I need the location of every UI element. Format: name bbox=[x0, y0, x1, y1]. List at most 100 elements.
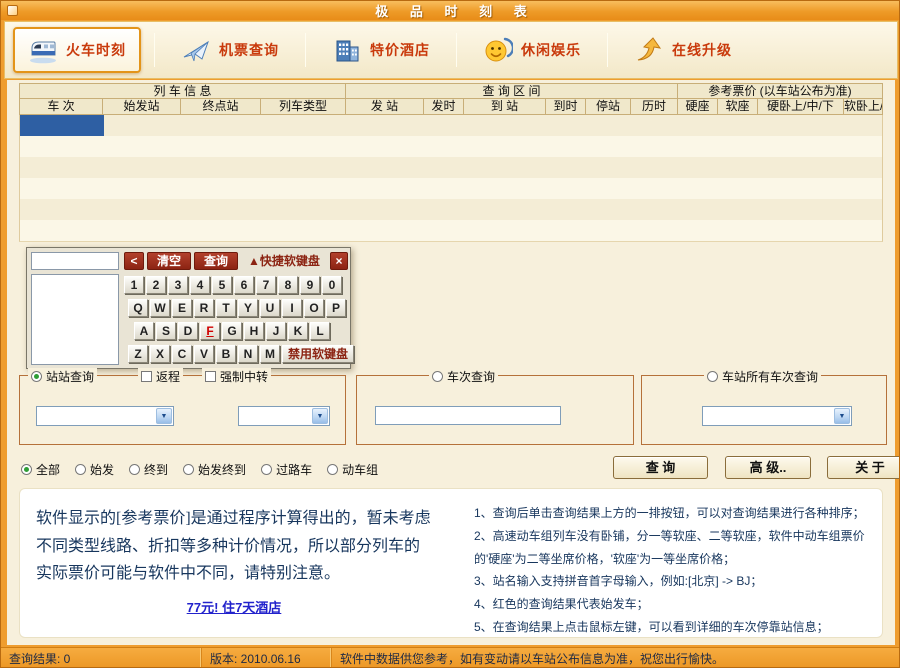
key-i[interactable]: I bbox=[282, 299, 302, 317]
toolbar-button-online-upgrade[interactable]: 在线升级 bbox=[621, 29, 745, 71]
tips-list: 1、查询后单击查询结果上方的一排按钮，可以对查询结果进行各种排序；2、高速动车组… bbox=[440, 489, 882, 637]
key-q[interactable]: Q bbox=[128, 299, 148, 317]
hotel-promo-link[interactable]: 77元! 住7天酒店 bbox=[36, 597, 432, 616]
key-1[interactable]: 1 bbox=[124, 276, 144, 294]
table-row[interactable] bbox=[20, 157, 882, 178]
column-header-soft-seat[interactable]: 软座 bbox=[718, 99, 758, 115]
filter-radio-2[interactable]: 终到 bbox=[129, 461, 168, 478]
key-d[interactable]: D bbox=[178, 322, 198, 340]
station-query-radio[interactable]: 站站查询 bbox=[28, 368, 97, 385]
station-name-input[interactable] bbox=[31, 252, 119, 270]
from-station-combo[interactable]: ▼ bbox=[36, 406, 174, 426]
key-7[interactable]: 7 bbox=[256, 276, 276, 294]
filter-radio-5[interactable]: 动车组 bbox=[327, 461, 378, 478]
key-3[interactable]: 3 bbox=[168, 276, 188, 294]
key-6[interactable]: 6 bbox=[234, 276, 254, 294]
column-header-soft-sleeper[interactable]: 软卧上/中/下 bbox=[844, 99, 883, 115]
column-header-stops[interactable]: 停站 bbox=[586, 99, 631, 115]
key-w[interactable]: W bbox=[150, 299, 170, 317]
key-j[interactable]: J bbox=[266, 322, 286, 340]
key-8[interactable]: 8 bbox=[278, 276, 298, 294]
table-row[interactable] bbox=[20, 178, 882, 199]
tip-item: 4、红色的查询结果代表始发车； bbox=[474, 593, 872, 616]
column-header-dep-station[interactable]: 发 站 bbox=[346, 99, 424, 115]
suggestion-listbox[interactable] bbox=[31, 274, 119, 365]
query-button[interactable]: 查 询 bbox=[613, 456, 708, 479]
column-header-hard-sleeper[interactable]: 硬卧上/中/下 bbox=[758, 99, 844, 115]
toolbar-button-train-times[interactable]: 火车时刻 bbox=[13, 27, 141, 73]
close-icon[interactable]: × bbox=[330, 252, 348, 270]
key-2[interactable]: 2 bbox=[146, 276, 166, 294]
train-number-query-radio[interactable]: 车次查询 bbox=[429, 368, 498, 385]
keyboard-query-button[interactable]: 查询 bbox=[194, 252, 238, 270]
key-a[interactable]: A bbox=[134, 322, 154, 340]
key-s[interactable]: S bbox=[156, 322, 176, 340]
key-l[interactable]: L bbox=[310, 322, 330, 340]
app-icon bbox=[7, 5, 18, 16]
key-5[interactable]: 5 bbox=[212, 276, 232, 294]
filter-radio-0[interactable]: 全部 bbox=[21, 461, 60, 478]
key-z[interactable]: Z bbox=[128, 345, 148, 363]
key-t[interactable]: T bbox=[216, 299, 236, 317]
column-header-duration[interactable]: 历时 bbox=[631, 99, 678, 115]
disable-softkeyboard-button[interactable]: 禁用软键盘 bbox=[282, 345, 354, 363]
column-header-dep-time[interactable]: 发时 bbox=[424, 99, 464, 115]
key-o[interactable]: O bbox=[304, 299, 324, 317]
table-row[interactable] bbox=[20, 220, 882, 241]
station-all-combo[interactable]: ▼ bbox=[702, 406, 852, 426]
filter-radio-1[interactable]: 始发 bbox=[75, 461, 114, 478]
key-n[interactable]: N bbox=[238, 345, 258, 363]
key-b[interactable]: B bbox=[216, 345, 236, 363]
key-c[interactable]: C bbox=[172, 345, 192, 363]
table-row[interactable] bbox=[20, 115, 882, 136]
key-r[interactable]: R bbox=[194, 299, 214, 317]
column-header-origin[interactable]: 始发站 bbox=[103, 99, 181, 115]
key-4[interactable]: 4 bbox=[190, 276, 210, 294]
key-m[interactable]: M bbox=[260, 345, 280, 363]
filter-radio-3[interactable]: 始发终到 bbox=[183, 461, 246, 478]
column-header-terminus[interactable]: 终点站 bbox=[181, 99, 261, 115]
toggle-softkeyboard-button[interactable]: ▲快捷软键盘 bbox=[241, 252, 327, 270]
radio-label: 车站所有车次查询 bbox=[722, 368, 818, 385]
train-number-input[interactable] bbox=[375, 406, 561, 425]
advanced-button[interactable]: 高 级.. bbox=[725, 456, 811, 479]
station-all-trains-radio[interactable]: 车站所有车次查询 bbox=[704, 368, 821, 385]
return-checkbox[interactable]: 返程 bbox=[138, 368, 183, 385]
fare-disclaimer-text: 软件显示的[参考票价]是通过程序计算得出的，暂未考虑不同类型线路、折扣等多种计价… bbox=[36, 505, 432, 588]
column-header-arr-station[interactable]: 到 站 bbox=[464, 99, 546, 115]
column-header-train-no[interactable]: 车 次 bbox=[19, 99, 103, 115]
key-y[interactable]: Y bbox=[238, 299, 258, 317]
key-0[interactable]: 0 bbox=[322, 276, 342, 294]
to-station-combo[interactable]: ▼ bbox=[238, 406, 330, 426]
key-e[interactable]: E bbox=[172, 299, 192, 317]
key-f[interactable]: F bbox=[200, 322, 220, 340]
back-button[interactable]: < bbox=[124, 252, 144, 270]
toolbar-button-label: 在线升级 bbox=[672, 40, 732, 60]
column-header-arr-time[interactable]: 到时 bbox=[546, 99, 586, 115]
filter-radio-4[interactable]: 过路车 bbox=[261, 461, 312, 478]
key-g[interactable]: G bbox=[222, 322, 242, 340]
clear-button[interactable]: 清空 bbox=[147, 252, 191, 270]
key-v[interactable]: V bbox=[194, 345, 214, 363]
key-k[interactable]: K bbox=[288, 322, 308, 340]
application-window: 极 品 时 刻 表 火车时刻 机票查询 特价酒店 休闲 bbox=[0, 0, 900, 668]
toolbar-button-flight-query[interactable]: 机票查询 bbox=[168, 29, 292, 71]
group-header-fares: 参考票价 (以车站公布为准) bbox=[678, 83, 883, 99]
column-header-hard-seat[interactable]: 硬座 bbox=[678, 99, 718, 115]
status-version: 版本: 2010.06.16 bbox=[201, 648, 331, 668]
title-bar[interactable]: 极 品 时 刻 表 bbox=[1, 1, 900, 20]
key-x[interactable]: X bbox=[150, 345, 170, 363]
key-9[interactable]: 9 bbox=[300, 276, 320, 294]
key-u[interactable]: U bbox=[260, 299, 280, 317]
toolbar-button-hotel-deals[interactable]: 特价酒店 bbox=[319, 29, 443, 71]
column-header-train-type[interactable]: 列车类型 bbox=[261, 99, 346, 115]
table-row[interactable] bbox=[20, 199, 882, 220]
key-p[interactable]: P bbox=[326, 299, 346, 317]
table-row[interactable] bbox=[20, 136, 882, 157]
selected-cell[interactable] bbox=[20, 115, 104, 136]
filter-label: 终到 bbox=[144, 461, 168, 478]
key-h[interactable]: H bbox=[244, 322, 264, 340]
toolbar-button-entertainment[interactable]: 休闲娱乐 bbox=[470, 29, 594, 71]
transfer-checkbox[interactable]: 强制中转 bbox=[202, 368, 271, 385]
about-button[interactable]: 关 于 bbox=[827, 456, 900, 479]
